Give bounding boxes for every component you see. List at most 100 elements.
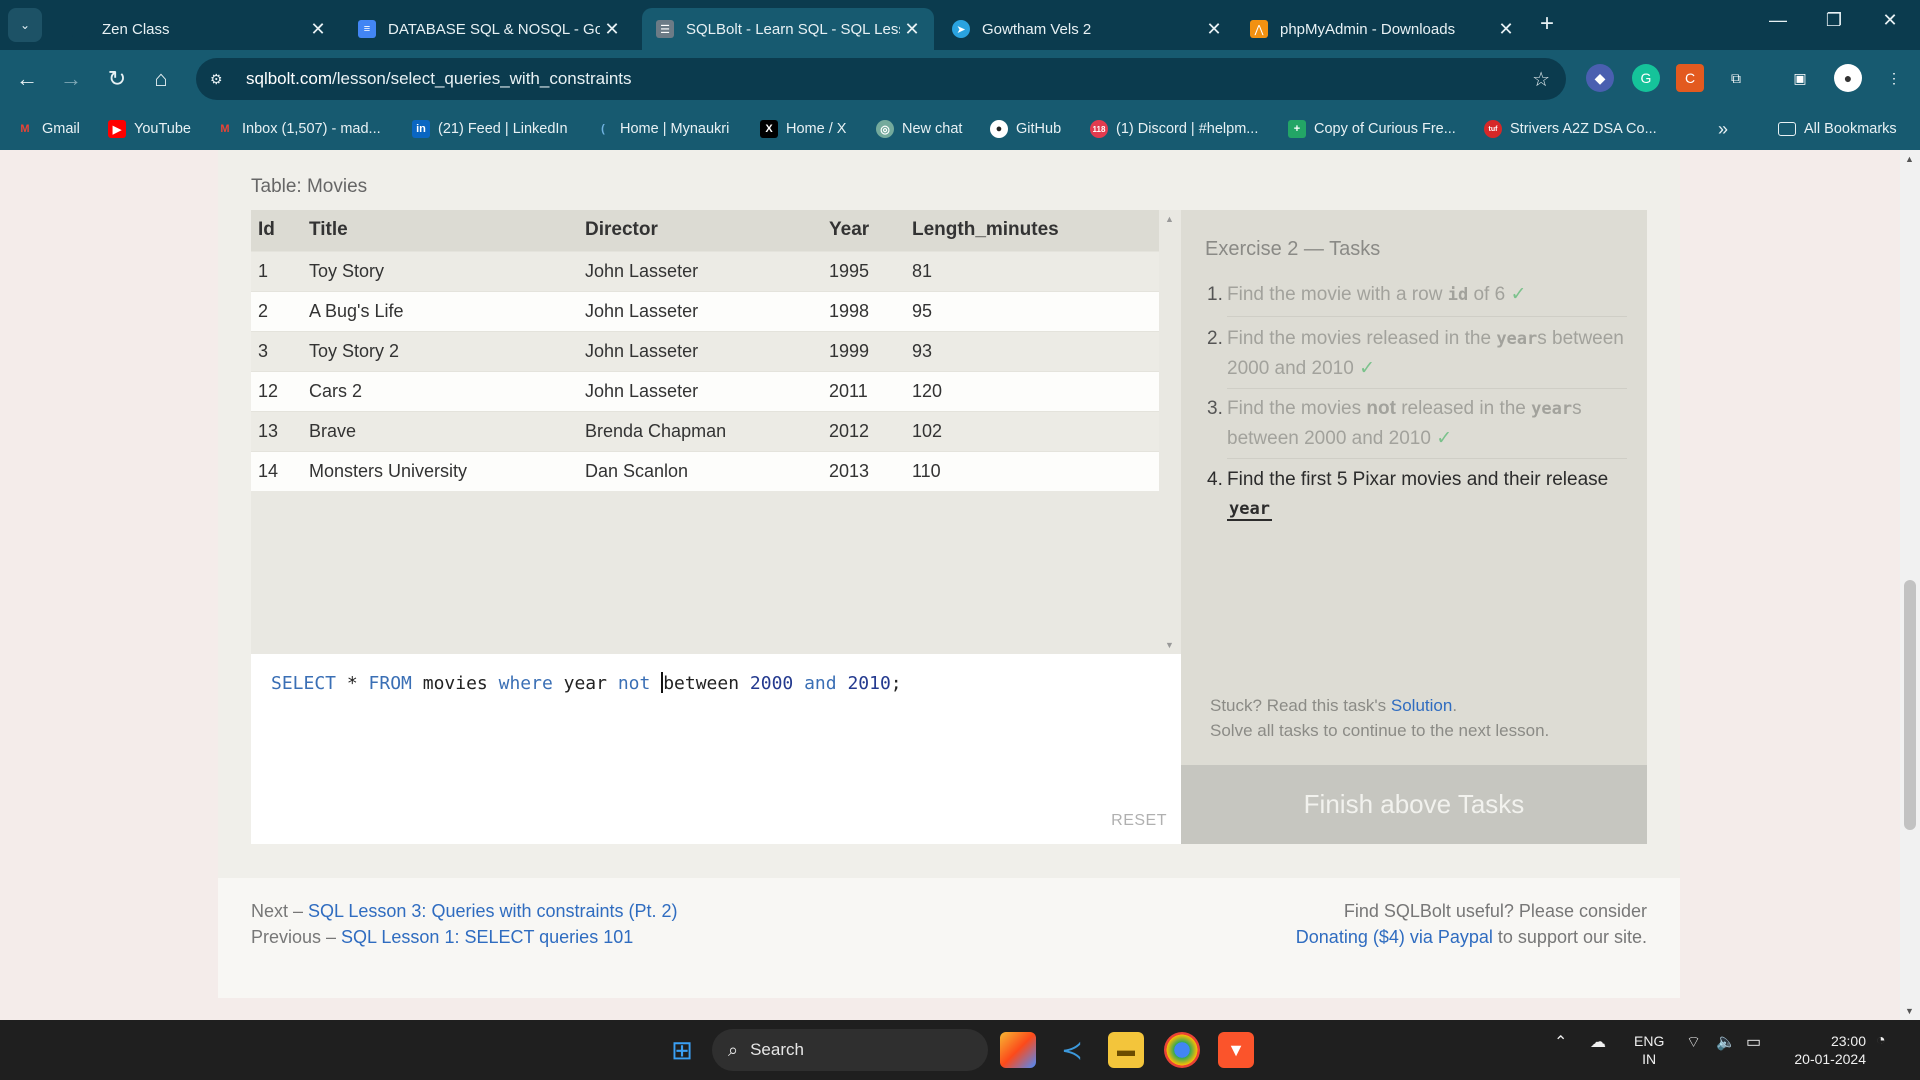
forward-icon[interactable]: → bbox=[56, 64, 86, 94]
extensions-puzzle-icon[interactable]: ⧉ bbox=[1722, 64, 1750, 92]
close-tab-icon[interactable]: ✕ bbox=[600, 19, 624, 40]
bookmark-strivers[interactable]: tuf Strivers A2Z DSA Co... bbox=[1484, 108, 1657, 150]
cell-id: 13 bbox=[251, 410, 309, 451]
table-scrollbar[interactable]: ▲ ▼ bbox=[1159, 210, 1181, 654]
side-panel-icon[interactable]: ▣ bbox=[1786, 64, 1814, 92]
tab-telegram[interactable]: ➤ Gowtham Vels 2 ✕ bbox=[938, 8, 1236, 50]
windows-taskbar: ⊞ ⌕ Search ≺ ▬ ▼ ⌃ ☁ ENG IN ⌔ 🔈 ▭ 23:00 20… bbox=[0, 1020, 1920, 1080]
github-icon: ● bbox=[990, 120, 1008, 138]
tab-search-dropdown-icon[interactable]: ⌄ bbox=[8, 8, 42, 42]
page-scrollbar[interactable]: ▲ ▼ bbox=[1900, 150, 1920, 1020]
extension-shield-icon[interactable]: ◆ bbox=[1586, 64, 1614, 92]
tab-database-doc[interactable]: ≡ DATABASE SQL & NOSQL - Goo ✕ bbox=[344, 8, 634, 50]
scroll-down-icon[interactable]: ▼ bbox=[1905, 1006, 1914, 1016]
address-bar[interactable]: ⚙ sqlbolt.com/lesson/select_queries_with… bbox=[196, 58, 1566, 100]
bookmark-linkedin[interactable]: in (21) Feed | LinkedIn bbox=[412, 108, 568, 150]
taskbar-search[interactable]: ⌕ Search bbox=[712, 1029, 988, 1071]
scrollbar-thumb[interactable] bbox=[1904, 580, 1916, 830]
reset-button[interactable]: RESET bbox=[1111, 812, 1167, 830]
cell-year: 1999 bbox=[829, 330, 912, 371]
cell-director: John Lasseter bbox=[585, 330, 829, 371]
file-explorer-icon[interactable]: ▬ bbox=[1108, 1032, 1144, 1068]
bookmark-gmail[interactable]: M Gmail bbox=[16, 108, 79, 150]
extension-c-icon[interactable]: C bbox=[1676, 64, 1704, 92]
scroll-down-icon[interactable]: ▼ bbox=[1165, 640, 1174, 650]
reload-icon[interactable]: ↻ bbox=[102, 64, 132, 94]
menu-kebab-icon[interactable]: ⋮ bbox=[1880, 64, 1908, 92]
wifi-icon[interactable]: ⌔ bbox=[1686, 1032, 1701, 1052]
clock[interactable]: 23:00 20-01-2024 bbox=[1786, 1032, 1866, 1068]
cell-length: 81 bbox=[912, 250, 1159, 291]
bookmark-x[interactable]: X Home / X bbox=[760, 108, 846, 150]
language-indicator[interactable]: ENG IN bbox=[1634, 1032, 1664, 1068]
sql-query-editor[interactable]: SELECT * FROM movies where year not betw… bbox=[251, 654, 1181, 844]
vscode-icon[interactable]: ≺ bbox=[1054, 1032, 1090, 1068]
bookmark-youtube[interactable]: ▶ YouTube bbox=[108, 108, 191, 150]
cell-id: 12 bbox=[251, 370, 309, 411]
donate-link[interactable]: Donating ($4) via Paypal bbox=[1296, 927, 1493, 947]
more-bookmarks-icon[interactable]: » bbox=[1718, 108, 1728, 150]
bookmark-inbox[interactable]: M Inbox (1,507) - mad... bbox=[216, 108, 380, 150]
home-icon[interactable]: ⌂ bbox=[146, 64, 176, 94]
grammarly-icon[interactable]: G bbox=[1632, 64, 1660, 92]
tab-phpmyadmin[interactable]: ⋀ phpMyAdmin - Downloads ✕ bbox=[1236, 8, 1528, 50]
solution-link[interactable]: Solution bbox=[1391, 696, 1452, 715]
battery-icon[interactable]: ▭ bbox=[1746, 1032, 1761, 1052]
site-info-icon[interactable]: ⚙ bbox=[210, 71, 234, 88]
cell-title: Monsters University bbox=[309, 450, 585, 491]
next-lesson-link[interactable]: SQL Lesson 3: Queries with constraints (… bbox=[308, 901, 678, 921]
exercise-area: Table: Movies Id Title Director Year Len… bbox=[218, 150, 1680, 878]
notification-icon[interactable]: ◔ bbox=[1876, 1032, 1886, 1050]
table-row: 3 Toy Story 2 John Lasseter 1999 93 bbox=[251, 330, 1159, 371]
chatgpt-icon: ◎ bbox=[876, 120, 894, 138]
divider bbox=[1227, 458, 1627, 459]
discord-icon: 118 bbox=[1090, 120, 1108, 138]
task-item-current: 4. Find the first 5 Pixar movies and the… bbox=[1207, 469, 1609, 521]
close-tab-icon[interactable]: ✕ bbox=[1494, 19, 1518, 40]
onedrive-icon[interactable]: ☁ bbox=[1590, 1032, 1606, 1052]
cell-length: 110 bbox=[912, 450, 1159, 491]
google-docs-icon: ≡ bbox=[358, 20, 376, 38]
close-tab-icon[interactable]: ✕ bbox=[306, 19, 330, 40]
search-icon: ⌕ bbox=[728, 1039, 739, 1060]
divider bbox=[1227, 388, 1627, 389]
table-row: 2 A Bug's Life John Lasseter 1998 95 bbox=[251, 290, 1159, 331]
bookmark-star-icon[interactable]: ☆ bbox=[1532, 67, 1550, 92]
finish-tasks-button[interactable]: Finish above Tasks bbox=[1181, 765, 1647, 844]
scroll-up-icon[interactable]: ▲ bbox=[1165, 214, 1174, 224]
cell-director: John Lasseter bbox=[585, 250, 829, 291]
volume-icon[interactable]: 🔈 bbox=[1716, 1032, 1736, 1052]
cell-title: A Bug's Life bbox=[309, 290, 585, 331]
scroll-up-icon[interactable]: ▲ bbox=[1905, 154, 1914, 164]
tray-overflow-icon[interactable]: ⌃ bbox=[1554, 1032, 1567, 1052]
cell-length: 95 bbox=[912, 290, 1159, 331]
cell-year: 2013 bbox=[829, 450, 912, 491]
tab-sqlbolt[interactable]: ☰ SQLBolt - Learn SQL - SQL Less ✕ bbox=[642, 8, 934, 50]
close-tab-icon[interactable]: ✕ bbox=[900, 19, 924, 40]
bookmark-sheets[interactable]: + Copy of Curious Fre... bbox=[1288, 108, 1456, 150]
cell-year: 1998 bbox=[829, 290, 912, 331]
close-window-icon[interactable]: ✕ bbox=[1870, 10, 1910, 31]
check-icon: ✓ bbox=[1510, 284, 1527, 305]
tab-zen-class[interactable]: Zen Class ✕ bbox=[58, 8, 340, 50]
new-tab-icon[interactable]: + bbox=[1540, 12, 1554, 36]
bookmark-github[interactable]: ● GitHub bbox=[990, 108, 1061, 150]
all-bookmarks[interactable]: All Bookmarks bbox=[1778, 108, 1897, 150]
windows-start-icon[interactable]: ⊞ bbox=[664, 1032, 700, 1068]
bookmark-discord[interactable]: 118 (1) Discord | #helpm... bbox=[1090, 108, 1258, 150]
brave-icon[interactable]: ▼ bbox=[1218, 1032, 1254, 1068]
minimize-icon[interactable]: — bbox=[1758, 10, 1798, 31]
profile-avatar[interactable]: ● bbox=[1834, 64, 1862, 92]
page-viewport: Table: Movies Id Title Director Year Len… bbox=[0, 150, 1920, 1020]
column-header: Title bbox=[309, 210, 585, 251]
cell-director: John Lasseter bbox=[585, 290, 829, 331]
results-table-container[interactable]: Id Title Director Year Length_minutes 1 … bbox=[251, 210, 1181, 654]
copilot-icon[interactable] bbox=[1000, 1032, 1036, 1068]
bookmark-new-chat[interactable]: ◎ New chat bbox=[876, 108, 962, 150]
bookmark-mynaukri[interactable]: (Home | Mynaukri bbox=[594, 108, 729, 150]
close-tab-icon[interactable]: ✕ bbox=[1202, 19, 1226, 40]
previous-lesson-link[interactable]: SQL Lesson 1: SELECT queries 101 bbox=[341, 927, 633, 947]
chrome-icon[interactable] bbox=[1164, 1032, 1200, 1068]
back-icon[interactable]: ← bbox=[12, 64, 42, 94]
restore-icon[interactable]: ❐ bbox=[1814, 10, 1854, 31]
